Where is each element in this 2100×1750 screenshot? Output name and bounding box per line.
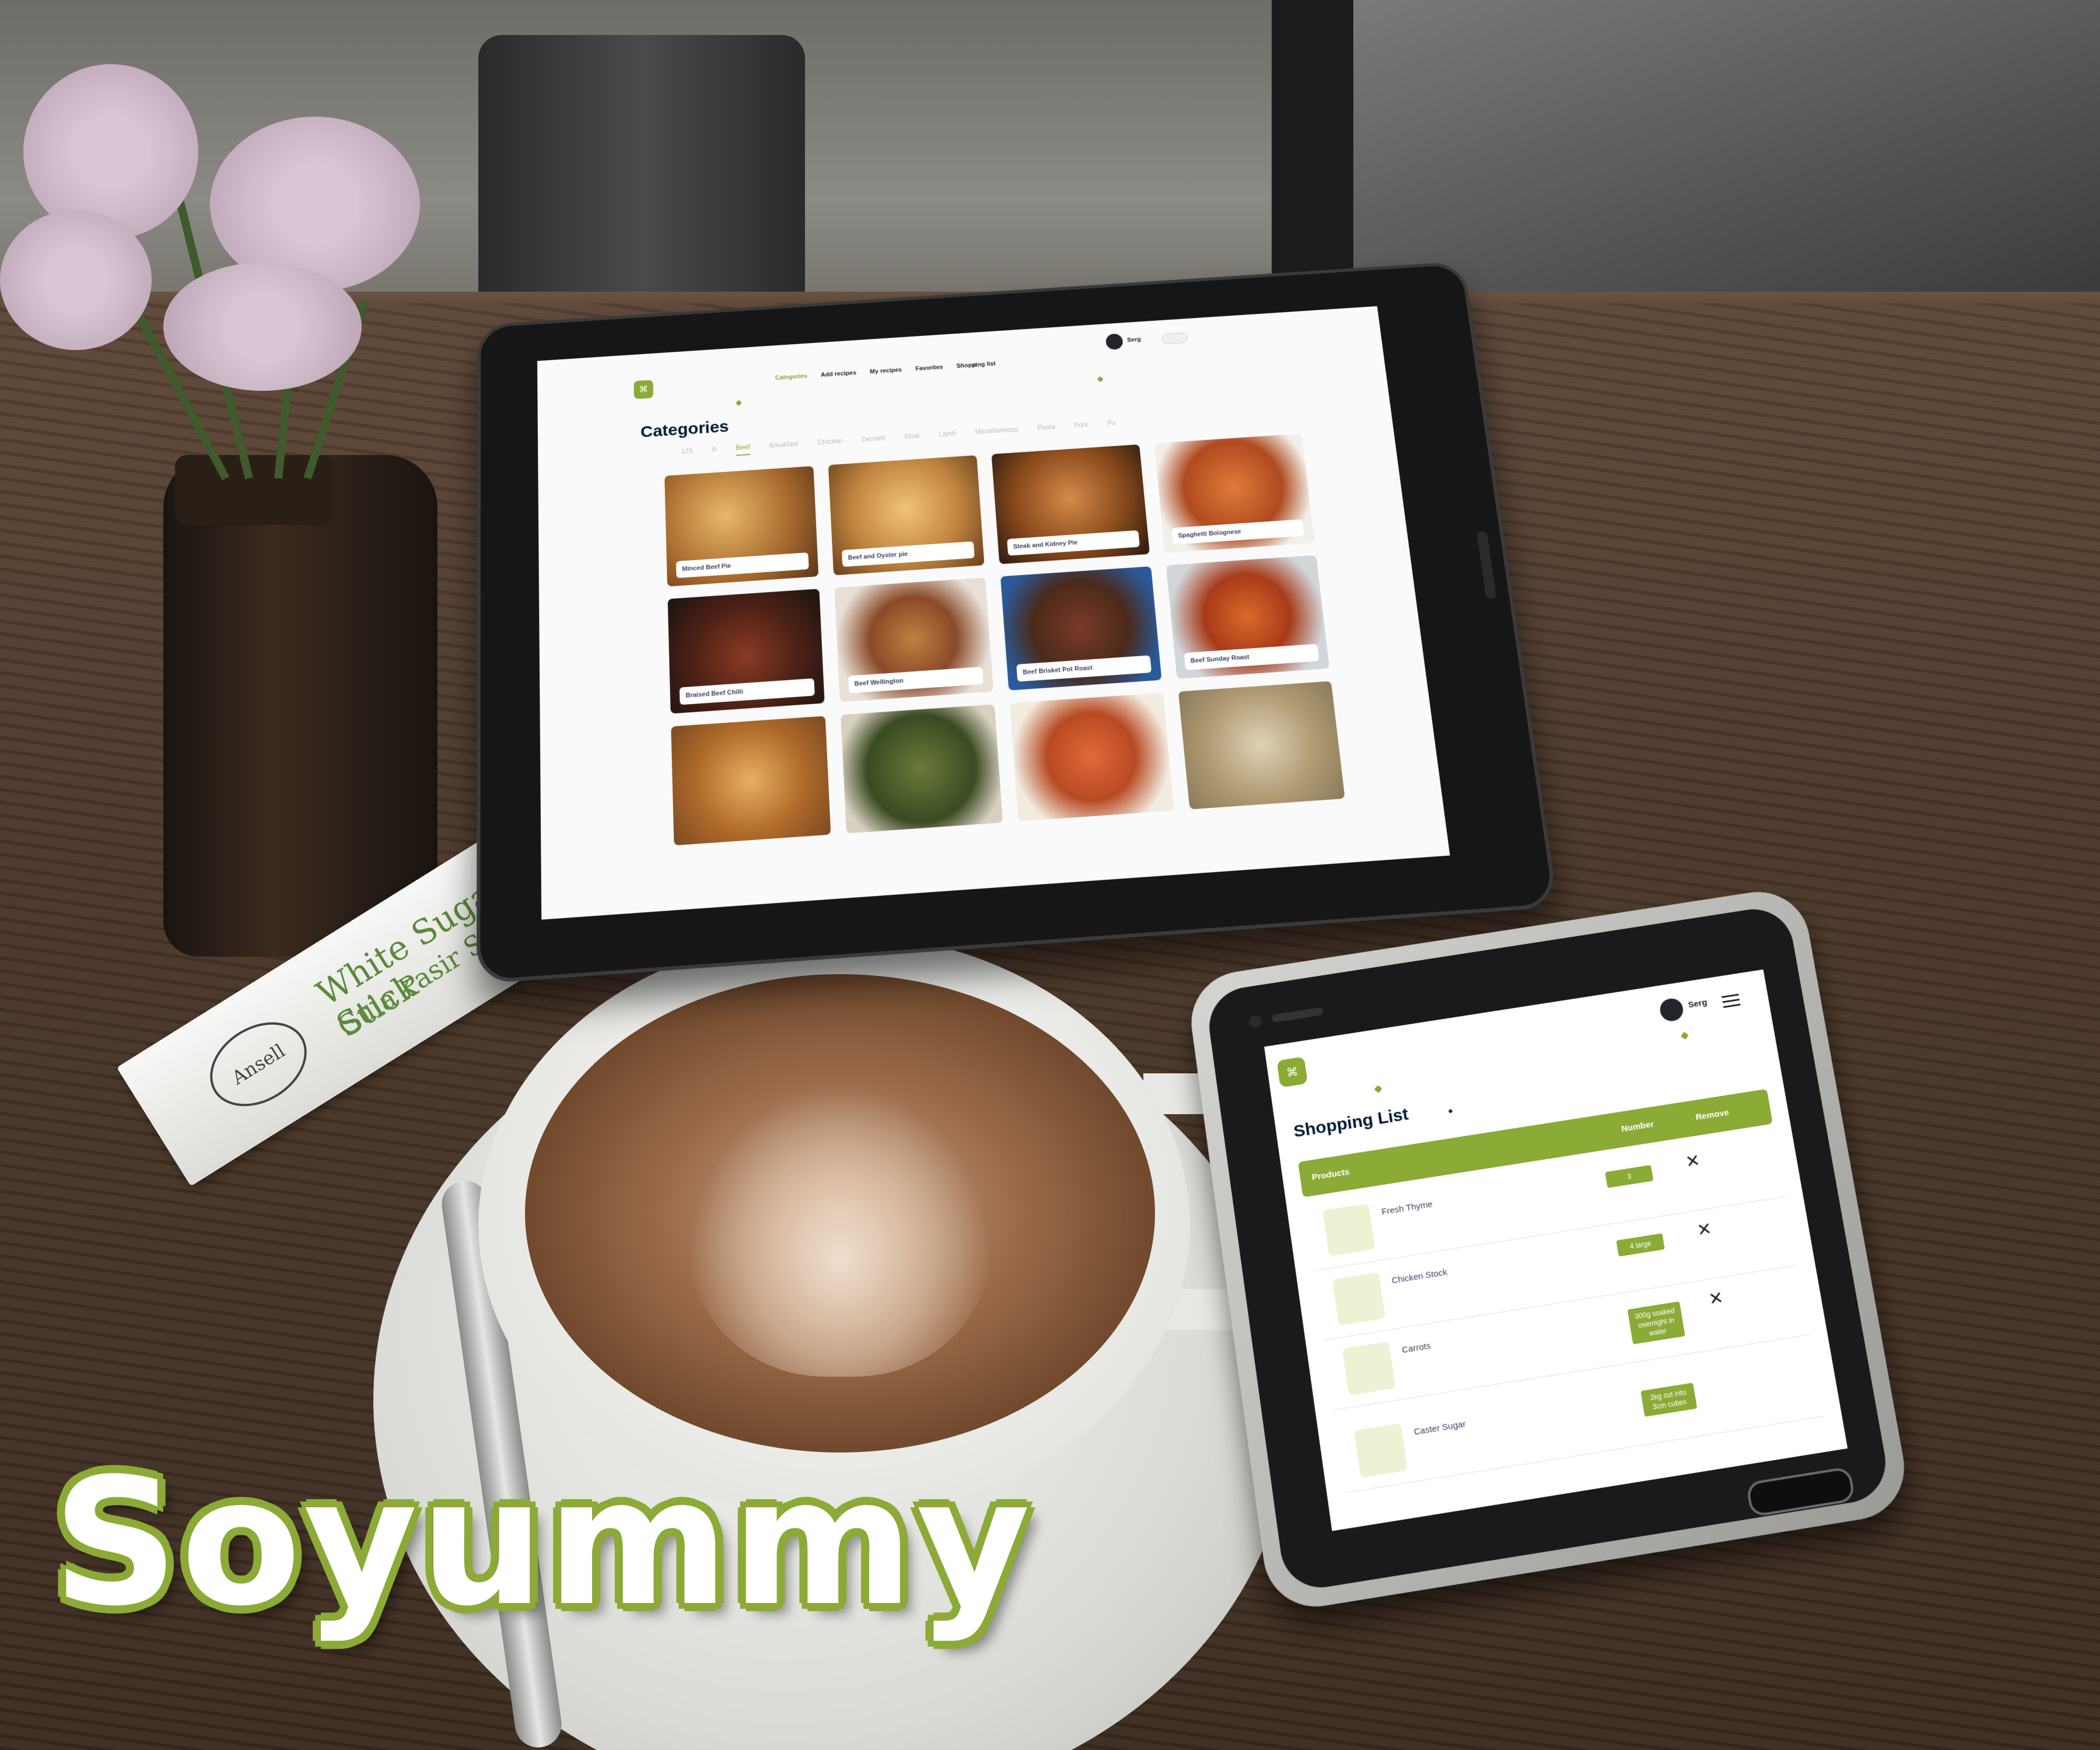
recipe-card[interactable]: Beef Sunday Roast <box>1166 555 1330 679</box>
nav-item-add-recipes[interactable]: Add recipes <box>821 370 856 379</box>
tab-chicken[interactable]: Chicken <box>817 437 842 450</box>
tablet-body: ⌘ Categories Add recipes My recipes Favo… <box>477 261 1559 984</box>
theme-toggle[interactable] <box>1161 332 1188 345</box>
recipe-card[interactable] <box>841 704 1003 834</box>
phone-screen: ⌘ Serg Shopping List Products Number Rem… <box>1264 969 1848 1531</box>
recipe-card-label: Minced Beef Pie <box>676 552 809 579</box>
user-name[interactable]: Serg <box>1688 998 1708 1010</box>
product-image <box>1322 1203 1376 1256</box>
brand-title: Soyummy <box>52 1441 1033 1644</box>
avatar[interactable] <box>1105 333 1124 351</box>
window-frame <box>1272 0 1353 303</box>
flower-vase <box>163 455 438 957</box>
recipe-card-label: Steak and Kidney Pie <box>1007 530 1140 556</box>
phone-home-button[interactable] <box>1745 1466 1856 1518</box>
product-name: Carrots <box>1401 1340 1432 1356</box>
tab-lamb[interactable]: Lamb <box>939 429 957 442</box>
tab-goat[interactable]: Goat <box>904 432 920 444</box>
tablet-device: ⌘ Categories Add recipes My recipes Favo… <box>477 261 1559 984</box>
recipe-card-label: Beef Wellington <box>848 667 984 694</box>
page-title: Shopping List <box>1292 1104 1410 1142</box>
recipe-card-label: Beef and Oyster pie <box>841 541 975 567</box>
tab-ili[interactable]: ili <box>712 445 717 457</box>
remove-icon[interactable]: ✕ <box>1684 1150 1702 1172</box>
product-name: Caster Sugar <box>1413 1419 1466 1437</box>
menu-icon[interactable] <box>1721 991 1741 1012</box>
tab-123[interactable]: 123 <box>681 447 692 460</box>
phone-body: ⌘ Serg Shopping List Products Number Rem… <box>1185 884 1913 1615</box>
main-nav: Categories Add recipes My recipes Favori… <box>775 360 996 382</box>
recipe-card[interactable]: Minced Beef Pie <box>664 466 819 587</box>
product-quantity: 3 <box>1605 1164 1654 1188</box>
nav-item-favorites[interactable]: Favorites <box>915 364 943 372</box>
page-title: Categories <box>640 417 729 442</box>
product-image <box>1342 1341 1396 1396</box>
column-remove: Remove <box>1695 1107 1730 1123</box>
tab-beef[interactable]: Beef <box>736 443 751 456</box>
tab-pu[interactable]: Pu <box>1107 419 1116 431</box>
decor-dot <box>1681 1031 1689 1040</box>
decor-dot <box>1448 1108 1453 1114</box>
recipe-card[interactable] <box>1178 681 1345 810</box>
nav-item-my-recipes[interactable]: My recipes <box>870 367 902 375</box>
sugar-brand-logo: Ansell <box>194 1005 323 1124</box>
user-name[interactable]: Serg <box>1127 337 1142 344</box>
logo-icon[interactable]: ⌘ <box>634 380 654 400</box>
product-quantity: 2kg cut into 3cm cubes <box>1640 1382 1698 1417</box>
tab-dessert[interactable]: Dessert <box>862 434 886 447</box>
flower-head <box>23 64 198 239</box>
product-image <box>1332 1272 1385 1326</box>
recipe-card[interactable] <box>1009 692 1174 822</box>
flower-head <box>163 262 362 391</box>
tablet-home-button[interactable] <box>1476 531 1497 599</box>
recipe-card-label: Braised Beef Chilli <box>679 678 815 705</box>
tablet-screen: ⌘ Categories Add recipes My recipes Favo… <box>537 306 1450 920</box>
recipe-grid: Minced Beef Pie Beef and Oyster pie Stea… <box>664 433 1346 846</box>
product-quantity: 300g soaked overnight in water <box>1627 1301 1685 1345</box>
product-quantity: 4 large <box>1616 1233 1665 1257</box>
logo-icon[interactable]: ⌘ <box>1276 1056 1308 1088</box>
decor-dot <box>1097 376 1104 383</box>
latte-art <box>688 1085 992 1377</box>
phone-speaker <box>1271 1007 1324 1023</box>
column-number: Number <box>1620 1119 1655 1134</box>
remove-icon[interactable]: ✕ <box>1707 1287 1725 1310</box>
product-name: Chicken Stock <box>1391 1267 1448 1286</box>
camera-icon <box>1248 1014 1263 1029</box>
recipe-card[interactable]: Spaghetti Bolognese <box>1154 433 1315 554</box>
decor-dot <box>1374 1085 1382 1093</box>
avatar[interactable] <box>1658 997 1685 1023</box>
window-view <box>1353 0 2100 303</box>
recipe-card[interactable]: Beef and Oyster pie <box>828 455 985 576</box>
product-image <box>1353 1423 1408 1478</box>
column-products: Products <box>1311 1167 1350 1183</box>
scene: Ansell White Sugar Stick Gula Pasir Stik… <box>0 0 2100 1750</box>
tab-pork[interactable]: Pork <box>1074 421 1089 433</box>
recipe-card[interactable]: Beef Wellington <box>834 578 994 702</box>
recipe-card[interactable]: Beef Brisket Pot Roast <box>1000 566 1162 691</box>
recipe-card[interactable] <box>671 716 831 846</box>
flower-head <box>0 210 152 350</box>
nav-item-categories[interactable]: Categories <box>775 373 808 381</box>
tab-pasta[interactable]: Pasta <box>1037 423 1056 436</box>
recipe-card-label: Spaghetti Bolognese <box>1171 519 1305 545</box>
phone-bezel: ⌘ Serg Shopping List Products Number Rem… <box>1204 904 1892 1594</box>
tab-miscellaneous[interactable]: Miscellaneous <box>975 425 1019 440</box>
tab-breakfast[interactable]: Breakfast <box>769 440 799 454</box>
recipe-card[interactable]: Braised Beef Chilli <box>667 589 825 714</box>
search-icon[interactable]: ⌕ <box>972 360 978 370</box>
header: ⌘ Categories Add recipes My recipes Favo… <box>537 306 1383 409</box>
product-name: Fresh Thyme <box>1381 1199 1433 1217</box>
recipe-card-label: Beef Sunday Roast <box>1184 643 1320 670</box>
recipe-card-label: Beef Brisket Pot Roast <box>1016 655 1152 682</box>
remove-icon[interactable]: ✕ <box>1696 1219 1714 1241</box>
recipe-card[interactable]: Steak and Kidney Pie <box>991 444 1150 565</box>
decor-dot <box>735 400 742 406</box>
phone-device: ⌘ Serg Shopping List Products Number Rem… <box>1185 878 1962 1626</box>
